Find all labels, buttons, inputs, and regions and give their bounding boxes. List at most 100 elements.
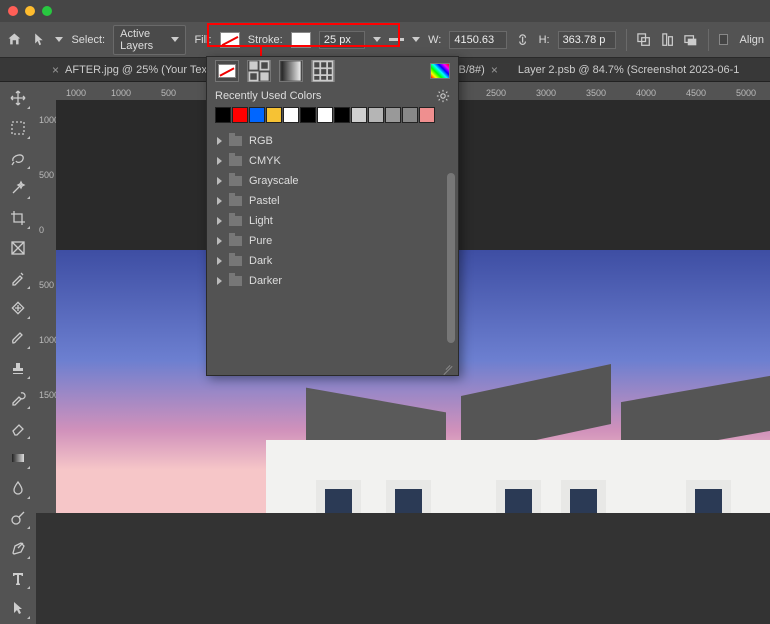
- panel-scroll-thumb[interactable]: [447, 173, 455, 343]
- tab-after-jpg[interactable]: × AFTER.jpg @ 25% (Your Tex: [42, 58, 217, 81]
- healing-brush-tool[interactable]: [5, 296, 31, 320]
- chevron-down-icon: [171, 37, 179, 42]
- folder-icon: [229, 216, 242, 226]
- swatch-folder-row[interactable]: Dark: [211, 251, 454, 271]
- chevron-right-icon: [217, 217, 222, 225]
- pattern-mode-button[interactable]: [311, 60, 335, 82]
- recent-swatches-row: [207, 103, 458, 131]
- path-operations-icon[interactable]: [636, 30, 651, 50]
- panel-scrollbar[interactable]: [447, 173, 455, 345]
- separator: [708, 29, 709, 51]
- swatch-folder-row[interactable]: Grayscale: [211, 171, 454, 191]
- select-mode-dropdown[interactable]: Active Layers: [113, 25, 186, 55]
- swatch[interactable]: [334, 107, 350, 123]
- magic-wand-tool[interactable]: [5, 176, 31, 200]
- color-swatches-panel: Recently Used Colors RGBCMYKGrayscalePas…: [206, 56, 459, 376]
- stroke-swatch[interactable]: [291, 32, 311, 48]
- ruler-tick: 4000: [636, 88, 656, 98]
- swatch[interactable]: [351, 107, 367, 123]
- fill-swatch[interactable]: [220, 32, 240, 48]
- solid-color-mode-button[interactable]: [247, 60, 271, 82]
- swatch-folders-list: RGB CMYK GrayscalePastelLightPureDark Darke…: [207, 131, 458, 291]
- ruler-tick: 3000: [536, 88, 556, 98]
- panel-mode-row: [207, 57, 458, 85]
- height-field[interactable]: [558, 31, 616, 49]
- swatch-folder-row[interactable]: Pastel: [211, 191, 454, 211]
- stamp-tool[interactable]: [5, 356, 31, 380]
- minimize-window-button[interactable]: [25, 6, 35, 16]
- panel-resize-grip[interactable]: [440, 357, 454, 371]
- ruler-tick: 3500: [586, 88, 606, 98]
- pen-tool[interactable]: [5, 536, 31, 560]
- align-edges-checkbox[interactable]: [719, 34, 728, 45]
- folder-icon: [229, 236, 242, 246]
- type-tool[interactable]: [5, 566, 31, 590]
- dodge-tool[interactable]: [5, 506, 31, 530]
- folder-icon: [229, 156, 242, 166]
- gradient-mode-button[interactable]: [279, 60, 303, 82]
- chevron-right-icon: [217, 137, 222, 145]
- history-brush-tool[interactable]: [5, 386, 31, 410]
- ruler-tick: 1000: [111, 88, 131, 98]
- folder-icon: [229, 136, 242, 146]
- folder-icon: [229, 196, 242, 206]
- swatch[interactable]: [402, 107, 418, 123]
- image-window: [496, 480, 541, 513]
- tab-layer2-psb[interactable]: Layer 2.psb @ 84.7% (Screenshot 2023-06-…: [508, 58, 750, 81]
- gradient-tool[interactable]: [5, 446, 31, 470]
- tab-close-icon[interactable]: ×: [52, 63, 59, 77]
- swatch[interactable]: [385, 107, 401, 123]
- close-window-button[interactable]: [8, 6, 18, 16]
- stroke-style-chevron-icon[interactable]: [412, 37, 420, 42]
- ruler-vertical[interactable]: 1000 500 0 500 1000 1500: [36, 100, 56, 513]
- swatch-folder-row[interactable]: CMYK: [211, 151, 454, 171]
- path-selection-tool[interactable]: [5, 596, 31, 620]
- frame-tool[interactable]: [5, 236, 31, 260]
- swatch[interactable]: [249, 107, 265, 123]
- move-tool[interactable]: [5, 86, 31, 110]
- swatch-folder-row[interactable]: Darker: [211, 271, 454, 291]
- tab-label: AFTER.jpg @ 25% (Your Tex: [65, 64, 207, 76]
- swatch-folder-row[interactable]: RGB: [211, 131, 454, 151]
- crop-tool[interactable]: [5, 206, 31, 230]
- swatch[interactable]: [419, 107, 435, 123]
- eyedropper-tool[interactable]: [5, 266, 31, 290]
- folder-label: Darker: [249, 275, 282, 287]
- swatch[interactable]: [232, 107, 248, 123]
- folder-label: CMYK: [249, 155, 281, 167]
- options-bar: Select: Active Layers Fill: Stroke: W: H…: [0, 22, 770, 58]
- marquee-tool[interactable]: [5, 116, 31, 140]
- stroke-width-field[interactable]: [319, 31, 365, 49]
- swatch-folder-row[interactable]: Light: [211, 211, 454, 231]
- swatch[interactable]: [300, 107, 316, 123]
- stroke-style-line-icon: [389, 38, 404, 41]
- move-tool-indicator[interactable]: [31, 29, 48, 51]
- tool-preset-chevron-icon[interactable]: [55, 37, 63, 42]
- swatch[interactable]: [283, 107, 299, 123]
- brush-tool[interactable]: [5, 326, 31, 350]
- color-picker-button[interactable]: [430, 63, 450, 79]
- swatch-folder-row[interactable]: Pure: [211, 231, 454, 251]
- home-button[interactable]: [6, 29, 23, 51]
- lasso-tool[interactable]: [5, 146, 31, 170]
- image-house-wall: [266, 440, 770, 513]
- chevron-right-icon: [217, 277, 222, 285]
- swatch[interactable]: [317, 107, 333, 123]
- swatch[interactable]: [266, 107, 282, 123]
- align-edges-icon[interactable]: [660, 30, 675, 50]
- blur-tool[interactable]: [5, 476, 31, 500]
- fill-label: Fill:: [194, 34, 211, 46]
- link-wh-icon[interactable]: [515, 30, 530, 50]
- gear-icon[interactable]: [436, 89, 450, 103]
- chevron-right-icon: [217, 237, 222, 245]
- no-color-mode-button[interactable]: [215, 60, 239, 82]
- eraser-tool[interactable]: [5, 416, 31, 440]
- width-field[interactable]: [449, 31, 507, 49]
- tab-close-icon[interactable]: ×: [491, 63, 498, 77]
- path-arrangement-icon[interactable]: [683, 30, 698, 50]
- swatch[interactable]: [215, 107, 231, 123]
- ruler-corner: [36, 82, 56, 100]
- swatch[interactable]: [368, 107, 384, 123]
- zoom-window-button[interactable]: [42, 6, 52, 16]
- stroke-width-chevron-icon[interactable]: [373, 37, 381, 42]
